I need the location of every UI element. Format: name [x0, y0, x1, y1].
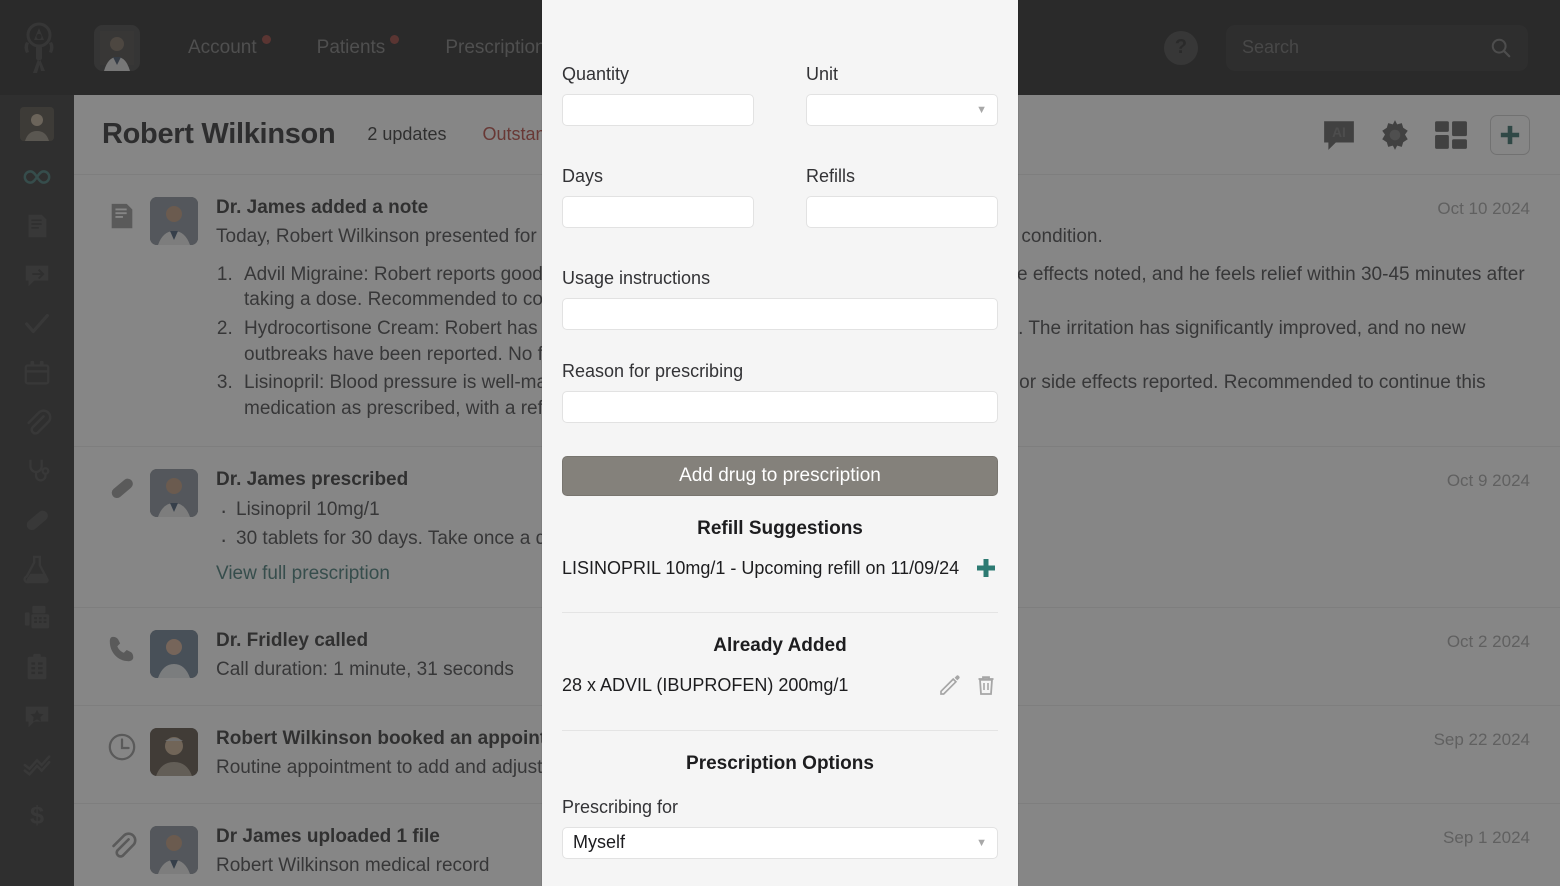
unit-field-group: Unit ▼ [806, 64, 998, 126]
quantity-input[interactable] [562, 94, 754, 126]
refill-suggestion-text: LISINOPRIL 10mg/1 - Upcoming refill on 1… [562, 558, 960, 578]
unit-label: Unit [806, 64, 839, 84]
list-item[interactable]: LISINOPRIL 10mg/1 - Upcoming refill on 1… [562, 540, 998, 594]
refills-input[interactable] [806, 196, 998, 228]
prescribing-for-value: Myself [573, 832, 626, 853]
pencil-icon[interactable] [938, 673, 962, 697]
prescribing-for-label: Prescribing for [562, 796, 679, 817]
quantity-unit-row: Quantity Unit ▼ [562, 64, 998, 126]
refill-suggestions-title: Refill Suggestions [697, 518, 863, 539]
add-drug-modal: Quantity Unit ▼ Days Refills Usage instr… [542, 0, 1018, 886]
days-input[interactable] [562, 196, 754, 228]
quantity-field-group: Quantity [562, 64, 754, 126]
unit-select[interactable]: ▼ [806, 94, 998, 126]
quantity-label: Quantity [562, 64, 630, 84]
add-refill-plus-icon[interactable] [974, 556, 998, 580]
already-added-text: 28 x ADVIL (IBUPROFEN) 200mg/1 [562, 675, 849, 696]
usage-instructions-label: Usage instructions [562, 268, 711, 288]
days-label: Days [562, 166, 604, 186]
add-drug-to-prescription-button[interactable]: Add drug to prescription [562, 456, 998, 496]
prescription-options-title: Prescription Options [686, 752, 874, 774]
reason-field-group: Reason for prescribing [562, 361, 998, 423]
refills-field-group: Refills [806, 166, 998, 228]
refills-label: Refills [806, 166, 856, 186]
chevron-down-icon: ▼ [976, 104, 987, 116]
prescribing-for-field-group: Prescribing for Myself ▼ [562, 797, 998, 859]
reason-for-prescribing-input[interactable] [562, 391, 998, 423]
usage-instructions-input[interactable] [562, 298, 998, 330]
already-added-title: Already Added [713, 635, 847, 657]
usage-field-group: Usage instructions [562, 268, 998, 330]
reason-for-prescribing-label: Reason for prescribing [562, 361, 744, 381]
days-field-group: Days [562, 166, 754, 228]
add-drug-button-label: Add drug to prescription [679, 465, 881, 486]
chevron-down-icon: ▼ [976, 836, 987, 849]
days-refills-row: Days Refills [562, 166, 998, 228]
list-item[interactable]: 28 x ADVIL (IBUPROFEN) 200mg/1 [562, 657, 998, 711]
trash-icon[interactable] [974, 673, 998, 697]
prescribing-for-select[interactable]: Myself ▼ [562, 826, 998, 859]
